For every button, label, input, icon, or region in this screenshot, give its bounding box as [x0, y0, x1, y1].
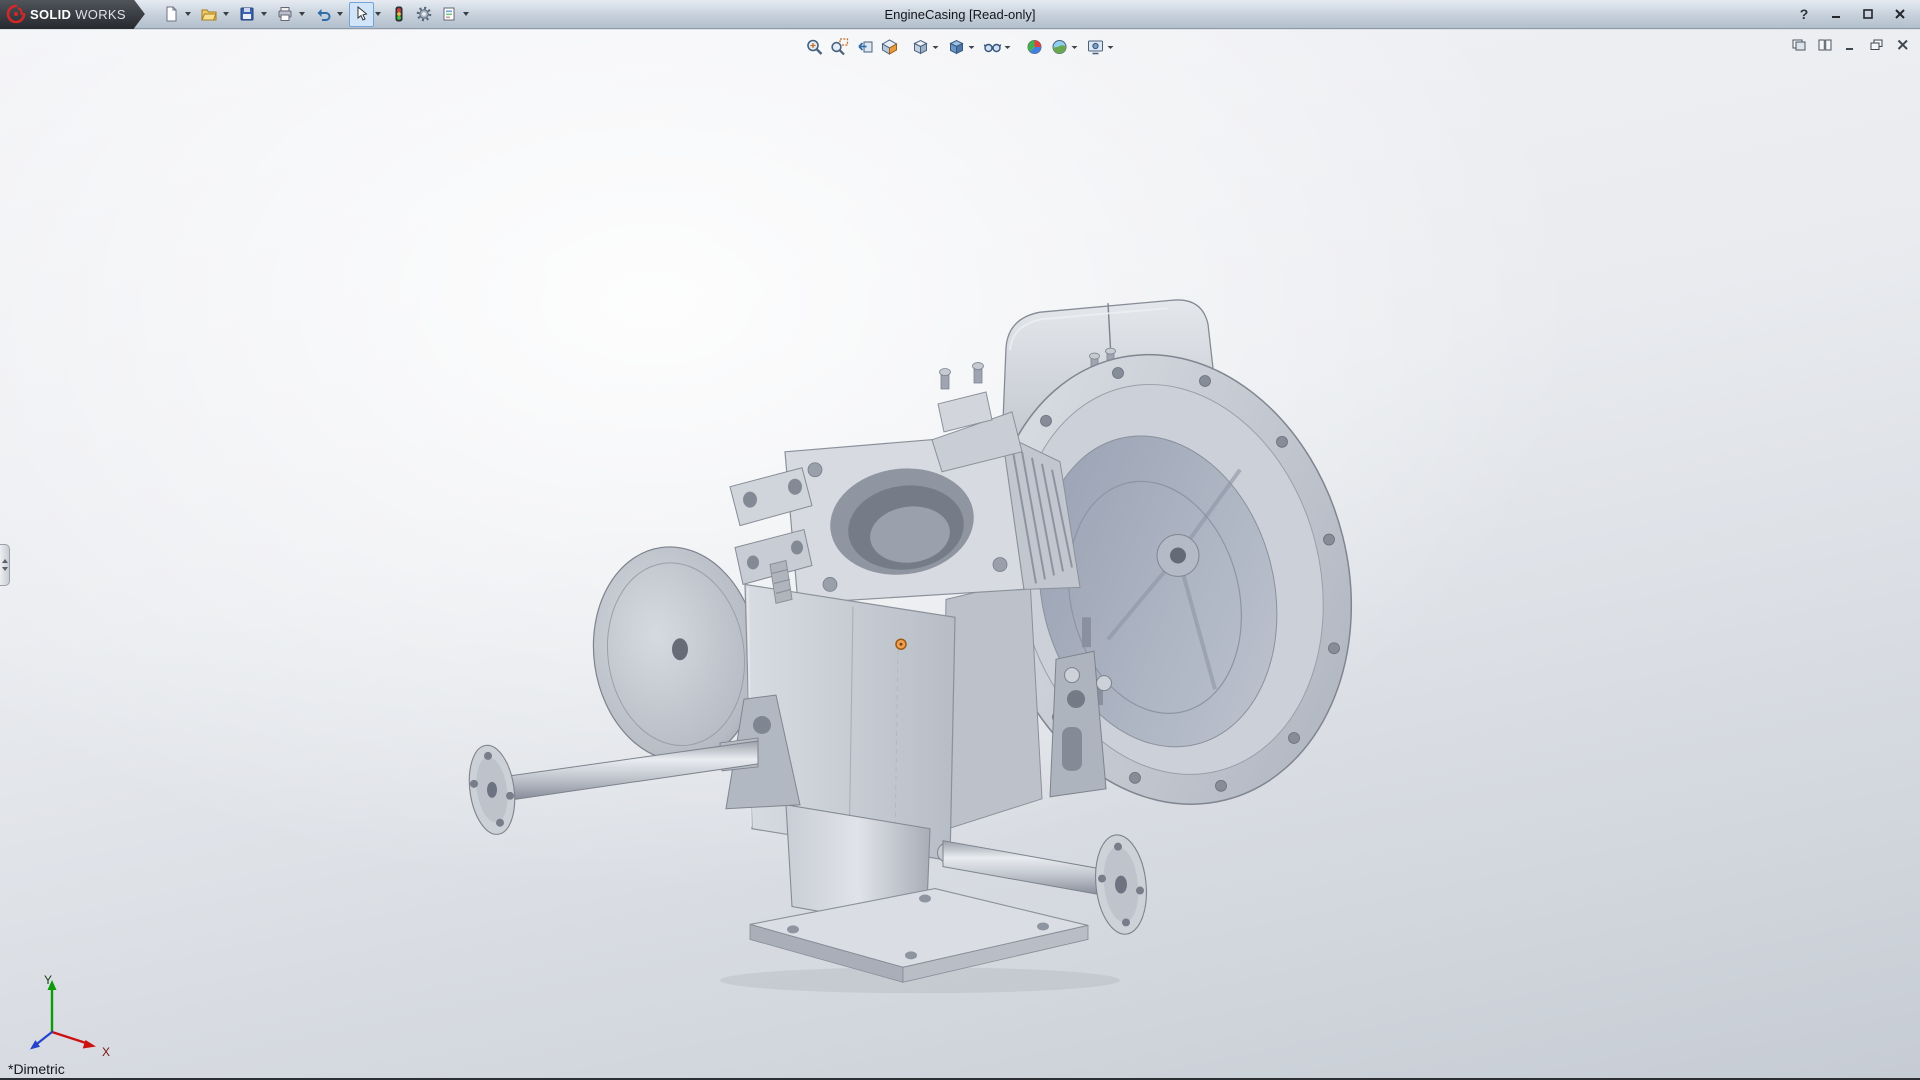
window-title: EngineCasing [Read-only]	[884, 7, 1035, 22]
doc-close-button[interactable]	[1893, 37, 1912, 53]
options-button[interactable]	[412, 2, 437, 27]
title-bar: SOLID WORKS	[0, 0, 1920, 29]
zoom-to-area-icon	[830, 38, 848, 56]
file-properties-icon	[441, 6, 457, 22]
undo-dropdown-arrow-icon[interactable]	[337, 12, 343, 16]
select-button[interactable]	[349, 2, 374, 27]
undo-icon	[315, 6, 331, 22]
rebuild-button[interactable]	[387, 2, 412, 27]
new-document-button[interactable]	[159, 2, 184, 27]
save-icon	[239, 6, 255, 22]
print-dropdown-arrow-icon[interactable]	[299, 12, 305, 16]
doc-close-icon	[1896, 39, 1910, 51]
rebuild-traffic-light-icon	[391, 6, 407, 22]
undo-button[interactable]	[311, 2, 336, 27]
previous-view-button[interactable]	[852, 35, 877, 59]
view-settings-button[interactable]	[1083, 35, 1108, 59]
toolbar-dropdown-arrow-icon[interactable]	[463, 12, 469, 16]
display-style-button[interactable]	[944, 35, 969, 59]
zoom-to-fit-button[interactable]	[802, 35, 827, 59]
save-dropdown-arrow-icon[interactable]	[261, 12, 267, 16]
hide-show-items-glasses-icon	[983, 38, 1001, 56]
engine-casing-model[interactable]	[0, 30, 1920, 1078]
new-dropdown-arrow-icon[interactable]	[185, 12, 191, 16]
doc-restore-button[interactable]	[1867, 37, 1886, 53]
headsup-toolbar	[802, 35, 1119, 59]
tile-windows-icon	[1818, 39, 1832, 51]
options-gear-icon	[416, 6, 432, 22]
model-part-left-rod[interactable]	[464, 738, 758, 837]
help-button[interactable]: ?	[1794, 5, 1814, 23]
select-dropdown-arrow-icon[interactable]	[375, 12, 381, 16]
section-view-icon	[880, 38, 898, 56]
apply-scene-icon	[1050, 38, 1068, 56]
doc-minimize-icon	[1844, 39, 1858, 51]
view-orientation-dropdown-icon[interactable]	[933, 46, 939, 49]
doc-restore-icon	[1870, 39, 1884, 51]
graphics-viewport[interactable]: Y X *Dimetric	[0, 30, 1920, 1078]
doc-tile-button[interactable]	[1815, 37, 1834, 53]
edit-appearance-button[interactable]	[1022, 35, 1047, 59]
view-orientation-button[interactable]	[908, 35, 933, 59]
print-icon	[277, 6, 293, 22]
solidworks-window: SOLID WORKS	[0, 0, 1920, 1080]
view-settings-icon	[1086, 38, 1104, 56]
close-button[interactable]	[1890, 5, 1910, 23]
apply-scene-dropdown-icon[interactable]	[1072, 46, 1078, 49]
feature-panel-splitter-tab[interactable]	[0, 544, 10, 586]
main-toolbar	[159, 2, 475, 27]
open-button[interactable]	[197, 2, 222, 27]
ds-logo-icon	[6, 4, 26, 24]
view-settings-dropdown-icon[interactable]	[1108, 46, 1114, 49]
display-style-dropdown-icon[interactable]	[969, 46, 975, 49]
view-orientation-label: *Dimetric	[8, 1061, 65, 1077]
edit-appearance-ball-icon	[1025, 38, 1043, 56]
model-part-junction[interactable]	[942, 579, 1042, 830]
previous-view-icon	[855, 38, 873, 56]
document-window-controls	[1789, 37, 1912, 53]
select-cursor-icon	[353, 6, 369, 22]
minimize-icon	[1830, 8, 1842, 20]
new-document-icon	[163, 6, 179, 22]
display-style-icon	[947, 38, 965, 56]
model-part-studs[interactable]	[940, 363, 984, 389]
minimize-button[interactable]	[1826, 5, 1846, 23]
print-button[interactable]	[273, 2, 298, 27]
view-orientation-cube-icon	[911, 38, 929, 56]
apply-scene-button[interactable]	[1047, 35, 1072, 59]
save-button[interactable]	[235, 2, 260, 27]
window-controls: ?	[1794, 5, 1920, 23]
brand-works-text: WORKS	[75, 7, 126, 22]
splitter-arrow-up-icon	[2, 559, 8, 563]
maximize-button[interactable]	[1858, 5, 1878, 23]
section-view-button[interactable]	[877, 35, 902, 59]
file-properties-button[interactable]	[437, 2, 462, 27]
toolbar-overflow-handle[interactable]	[134, 0, 145, 29]
triad-y-label: Y	[44, 973, 52, 987]
new-window-icon	[1792, 39, 1806, 51]
open-dropdown-arrow-icon[interactable]	[223, 12, 229, 16]
hide-show-dropdown-icon[interactable]	[1005, 46, 1011, 49]
model-part-mounting-base[interactable]	[750, 805, 1088, 982]
triad-x-label: X	[102, 1045, 110, 1059]
doc-new-window-button[interactable]	[1789, 37, 1808, 53]
solidworks-logo: SOLID WORKS	[0, 0, 134, 29]
splitter-arrow-down-icon	[2, 567, 8, 571]
doc-minimize-button[interactable]	[1841, 37, 1860, 53]
maximize-icon	[1862, 8, 1874, 20]
zoom-to-area-button[interactable]	[827, 35, 852, 59]
brand-solid-text: SOLID	[30, 7, 71, 22]
close-icon	[1894, 8, 1906, 20]
hide-show-items-button[interactable]	[980, 35, 1005, 59]
open-folder-icon	[201, 6, 217, 22]
orientation-triad: Y X	[10, 970, 122, 1062]
origin-point-marker[interactable]	[896, 639, 906, 649]
zoom-to-fit-icon	[805, 38, 823, 56]
